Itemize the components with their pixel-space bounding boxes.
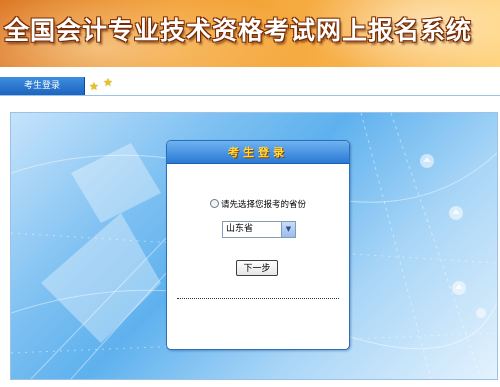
login-box-title: 考生登录 xyxy=(228,146,288,159)
province-prompt-row[interactable]: 请先选择您报考的省份 xyxy=(167,198,349,210)
dotted-divider xyxy=(177,298,339,299)
login-box-header: 考生登录 xyxy=(167,141,349,164)
province-select[interactable]: 山东省 ▼ xyxy=(222,221,296,238)
next-step-button[interactable]: 下一步 xyxy=(236,260,278,276)
site-title: 全国会计专业技术资格考试网上报名系统 xyxy=(4,16,473,45)
province-select-value: 山东省 xyxy=(226,224,254,234)
nav-divider xyxy=(0,95,500,96)
province-radio[interactable] xyxy=(209,199,219,208)
header-banner: 全国会计专业技术资格考试网上报名系统 xyxy=(0,0,500,67)
star-icon: ★ xyxy=(103,76,113,89)
nav-spacer xyxy=(0,67,500,77)
nav-tab-login[interactable]: 考生登录 xyxy=(0,77,85,95)
login-box: 考生登录 请先选择您报考的省份 山东省 ▼ 下一步 xyxy=(166,140,350,350)
nav-tab-login-label: 考生登录 xyxy=(23,81,60,91)
star-icon: ★ xyxy=(89,80,99,93)
province-prompt-label: 请先选择您报考的省份 xyxy=(220,200,306,210)
chevron-down-icon[interactable]: ▼ xyxy=(281,222,295,237)
